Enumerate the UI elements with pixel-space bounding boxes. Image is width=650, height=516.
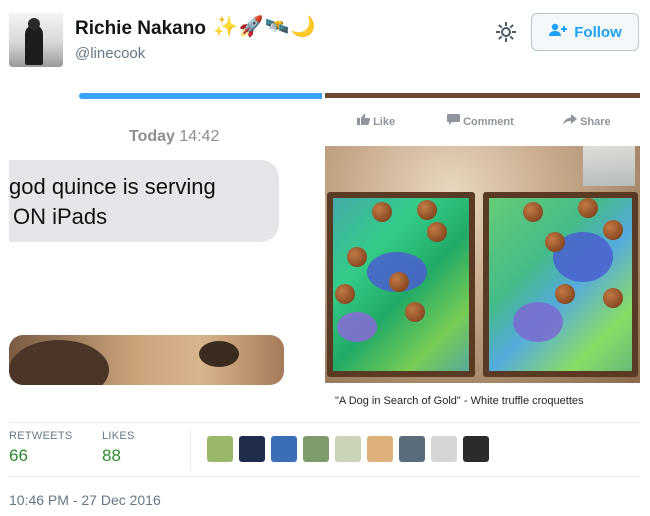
liker-avatar[interactable] — [239, 436, 265, 462]
likes-count: 88 — [102, 446, 121, 465]
retweets-stat[interactable]: RETWEETS 66 — [9, 430, 73, 466]
likes-stat[interactable]: LIKES 88 — [102, 430, 135, 466]
liker-avatar[interactable] — [303, 436, 329, 462]
liker-avatar[interactable] — [431, 436, 457, 462]
message-line-2: ON iPads — [9, 204, 107, 230]
retweets-count: 66 — [9, 446, 28, 465]
likes-label: LIKES — [102, 430, 135, 442]
thumbs-up-icon — [357, 114, 373, 128]
message-bubble: god quince is serving ON iPads — [9, 160, 279, 242]
share-arrow-icon — [563, 114, 580, 128]
message-day: Today — [129, 128, 175, 145]
likers-avatars — [207, 436, 489, 462]
fb-share: Share — [563, 114, 611, 128]
liker-avatar[interactable] — [367, 436, 393, 462]
photo-caption: "A Dog in Search of Gold" - White truffl… — [335, 395, 584, 407]
author-name[interactable]: Richie Nakano — [75, 18, 206, 40]
author-avatar[interactable] — [9, 13, 63, 67]
comment-icon — [447, 114, 463, 128]
tweet-photo-left[interactable]: Today 14:42 god quince is serving ON iPa… — [9, 90, 322, 412]
stats-bottom-divider — [9, 476, 640, 477]
liker-avatar[interactable] — [207, 436, 233, 462]
follow-label: Follow — [574, 23, 622, 41]
liker-avatar[interactable] — [335, 436, 361, 462]
stats-divider — [190, 430, 191, 470]
author-name-emojis: ✨🚀🛰️🌙 — [213, 16, 317, 38]
liker-avatar[interactable] — [463, 436, 489, 462]
message-photo — [9, 335, 284, 385]
tweet-timestamp[interactable]: 10:46 PM - 27 Dec 2016 — [9, 492, 161, 508]
fb-like: Like — [357, 114, 395, 128]
tweet-photo-right[interactable]: Like Comment Share "A Dog in Search of G… — [325, 90, 640, 412]
message-time: 14:42 — [179, 128, 220, 145]
liker-avatar[interactable] — [399, 436, 425, 462]
follow-button[interactable]: Follow — [531, 13, 639, 51]
fb-action-bar: Like Comment Share — [325, 114, 640, 134]
stats-top-divider — [9, 422, 640, 423]
fb-comment: Comment — [447, 114, 514, 128]
message-line-1: god quince is serving — [9, 174, 216, 199]
liker-avatar[interactable] — [271, 436, 297, 462]
retweets-label: RETWEETS — [9, 430, 73, 442]
gear-icon[interactable] — [494, 20, 518, 44]
author-handle[interactable]: @linecook — [75, 45, 145, 62]
add-user-icon — [548, 23, 568, 41]
food-photo — [325, 146, 640, 383]
message-timestamp: Today 14:42 — [129, 128, 219, 146]
